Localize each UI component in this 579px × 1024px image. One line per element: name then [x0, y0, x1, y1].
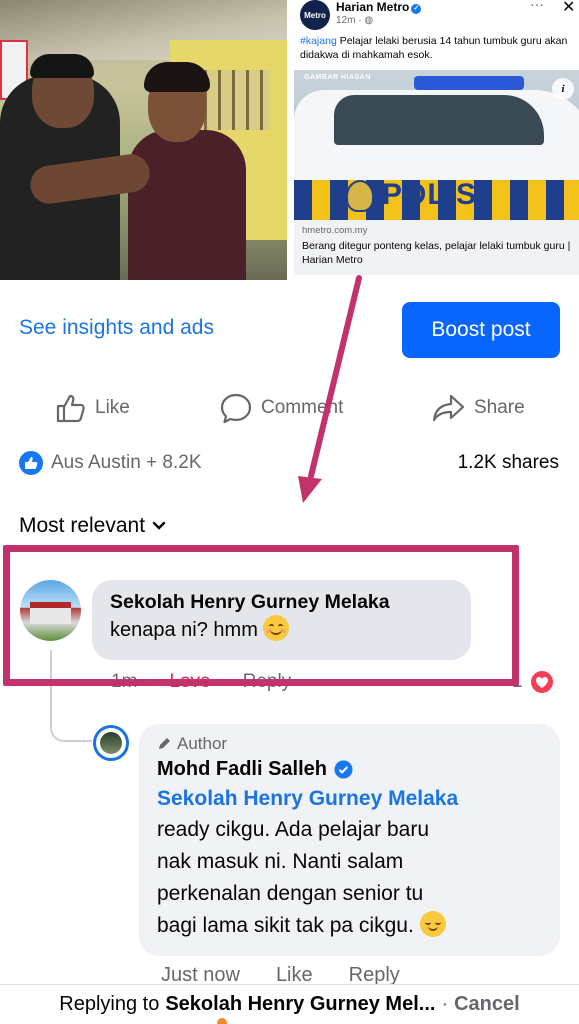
post-media: Metro Harian Metro ✓ 12m · ◍ ··· ✕ #kajan…: [0, 0, 579, 280]
boost-post-label: Boost post: [431, 318, 531, 341]
chevron-down-icon: [152, 521, 166, 530]
replying-separator: ·: [441, 993, 449, 1015]
pencil-icon: [159, 738, 170, 749]
replying-to-prefix: Replying to: [59, 993, 160, 1015]
shared-post-header: Metro Harian Metro ✓ 12m · ◍ ··· ✕: [300, 0, 579, 30]
photo-hair-right: [144, 62, 210, 92]
close-icon[interactable]: ✕: [562, 0, 575, 17]
reply-line: ready cikgu. Ada pelajar baru: [157, 818, 430, 841]
post-time: 12m · ◍: [336, 15, 374, 26]
reply-line-text: bagi lama sikit tak pa cikgu.: [157, 914, 414, 937]
heart-icon: [528, 669, 555, 695]
globe-icon: ◍: [364, 15, 374, 26]
shares-count[interactable]: 1.2K shares: [458, 452, 559, 474]
highlight-box: [3, 545, 519, 686]
car-window: [334, 95, 544, 145]
image-caption-label: GAMBAR HIASAN: [304, 74, 371, 81]
replying-to-target: Sekolah Henry Gurney Mel...: [165, 993, 436, 1015]
comment-sort-dropdown[interactable]: Most relevant: [19, 514, 166, 538]
reply-bubble[interactable]: Author Mohd Fadli Salleh Sekolah Henry G…: [139, 724, 560, 956]
post-time-text: 12m: [336, 15, 356, 26]
hashtag-link[interactable]: #kajang: [300, 35, 337, 47]
cancel-reply-button[interactable]: Cancel: [454, 993, 520, 1016]
verified-icon: ✓: [411, 4, 422, 14]
share-arrow-icon: [432, 394, 465, 422]
page-avatar-text: Metro: [304, 10, 326, 20]
share-label: Share: [474, 397, 525, 418]
comment-sort-label: Most relevant: [19, 514, 146, 537]
boost-post-button[interactable]: Boost post: [402, 302, 560, 358]
reactions-summary-text: Aus Austin + 8.2K: [51, 452, 202, 473]
comment-button[interactable]: Comment: [219, 386, 343, 430]
link-title: Berang ditegur ponteng kelas, pelajar le…: [302, 240, 571, 266]
photo-hair-left: [30, 54, 94, 78]
author-badge-label: Author: [177, 734, 228, 753]
photo-person-right: [128, 130, 246, 280]
car-label: POLIS: [382, 178, 478, 211]
info-icon[interactable]: i: [552, 78, 574, 100]
like-button[interactable]: Like: [55, 386, 130, 430]
reactions-summary[interactable]: Aus Austin + 8.2K: [19, 450, 202, 476]
see-insights-link[interactable]: See insights and ads: [19, 316, 214, 340]
shared-link-card[interactable]: Metro Harian Metro ✓ 12m · ◍ ··· ✕ #kajan…: [292, 0, 579, 280]
author-badge: Author: [157, 734, 542, 754]
reply-line: nak masuk ni. Nanti salam: [157, 850, 404, 873]
page-avatar[interactable]: Metro: [300, 0, 330, 30]
replying-to-bar: Replying to Sekolah Henry Gurney Mel... …: [0, 984, 579, 1024]
caption-text: Pelajar lelaki berusia 14 tahun tumbuk g…: [300, 35, 568, 61]
more-options-icon[interactable]: ···: [530, 0, 544, 12]
car-lightbar: [414, 76, 524, 90]
typing-indicator-dot: [217, 1018, 227, 1024]
page-name[interactable]: Harian Metro ✓: [336, 0, 422, 14]
thumbs-up-icon: [56, 394, 85, 423]
share-button[interactable]: Share: [432, 386, 525, 430]
reply-author-avatar[interactable]: [93, 725, 129, 761]
like-label: Like: [95, 397, 130, 418]
reply-line-last: bagi lama sikit tak pa cikgu.: [157, 910, 542, 942]
police-crest-icon: [346, 180, 374, 212]
reply-author-text: Mohd Fadli Salleh: [157, 758, 328, 780]
verified-icon: [334, 760, 353, 778]
like-reaction-icon: [19, 451, 43, 475]
reply-author[interactable]: Mohd Fadli Salleh: [157, 755, 542, 783]
post-action-bar: Like Comment Share: [0, 386, 579, 430]
reply-line: perkenalan dengan senior tu: [157, 882, 424, 905]
comment-label: Comment: [261, 397, 344, 418]
reply-mention-link[interactable]: Sekolah Henry Gurney Melaka: [157, 783, 542, 814]
link-image[interactable]: POLIS GAMBAR HIASAN i: [294, 70, 579, 220]
link-domain: hmetro.com.my: [302, 225, 368, 236]
shared-post-caption: #kajang Pelajar lelaki berusia 14 tahun …: [300, 34, 572, 62]
link-footer[interactable]: hmetro.com.my Berang ditegur ponteng kel…: [294, 220, 579, 275]
relieved-emoji-icon: [419, 911, 446, 937]
post-photo[interactable]: [0, 0, 287, 280]
page-name-text: Harian Metro: [336, 0, 410, 14]
comment-bubble-icon: [220, 393, 252, 424]
